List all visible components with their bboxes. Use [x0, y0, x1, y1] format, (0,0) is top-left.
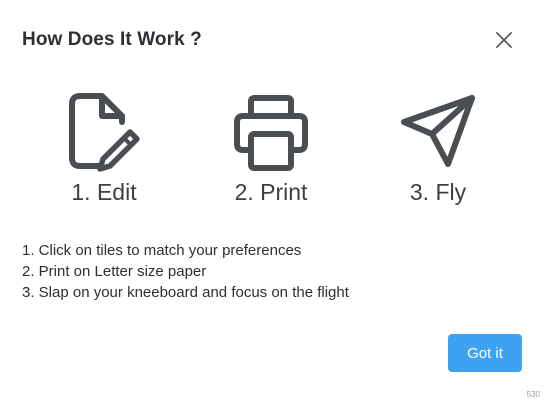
- close-button[interactable]: [492, 28, 516, 52]
- how-it-works-dialog: How Does It Work ? 1. Edit 2. Print 3. F…: [0, 0, 544, 403]
- dialog-title: How Does It Work ?: [22, 29, 202, 50]
- step-print: 2. Print: [201, 92, 341, 206]
- instruction-item: 2. Print on Letter size paper: [22, 263, 207, 280]
- dialog-header: How Does It Work ?: [22, 28, 524, 54]
- corner-note: 530: [526, 390, 540, 399]
- got-it-button[interactable]: Got it: [448, 334, 522, 372]
- step-edit: 1. Edit: [34, 92, 174, 206]
- step-fly: 3. Fly: [368, 92, 508, 206]
- printer-icon: [234, 95, 308, 171]
- edit-document-icon: [69, 93, 140, 172]
- step-print-label: 2. Print: [234, 179, 308, 205]
- step-edit-label: 1. Edit: [71, 179, 137, 205]
- instruction-item: 1. Click on tiles to match your preferen…: [22, 242, 302, 259]
- paper-plane-icon: [401, 95, 475, 167]
- close-icon: [496, 32, 512, 48]
- steps-row: 1. Edit 2. Print 3. Fly: [0, 92, 544, 212]
- instructions-list: 1. Click on tiles to match your preferen…: [22, 240, 349, 303]
- instruction-item: 3. Slap on your kneeboard and focus on t…: [22, 284, 349, 301]
- step-fly-label: 3. Fly: [409, 179, 467, 205]
